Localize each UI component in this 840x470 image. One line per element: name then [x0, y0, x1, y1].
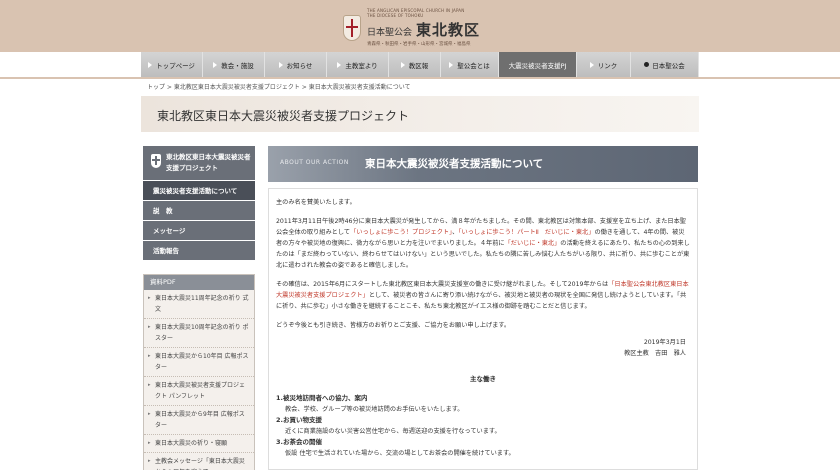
- nav-label: 聖公会とは: [457, 61, 490, 70]
- pdf-link[interactable]: 東日本大震災11周年記念の祈り 式文: [144, 290, 254, 319]
- activity-description: 教会、学校、グループ等の被災地訪問のお手伝いをいたします。: [285, 406, 464, 413]
- breadcrumb-project[interactable]: 東北教区東日本大震災被災者支援プロジェクト: [174, 84, 300, 91]
- pdf-resources: 資料PDF 東日本大震災11周年記念の祈り 式文 東日本大震災10周年記念の祈り…: [143, 274, 255, 470]
- paragraph-history: 2011年3月11日午後2時46分に東日本大震災が発生してから、満８年がたちまし…: [276, 216, 690, 271]
- nav-label: 主教室より: [345, 61, 378, 70]
- activity-description: 仮設 住宅で生活されていた場から、交流の場としてお茶会の開催を続けています。: [285, 450, 515, 457]
- activity-item: 3.お茶会の開催 仮設 住宅で生活されていた場から、交流の場としてお茶会の開催を…: [276, 437, 690, 459]
- nav-label: 教会・施設: [221, 61, 254, 70]
- banner-heading: 東日本大震災被災者支援活動について: [365, 158, 544, 170]
- nav-arrow-icon: [278, 61, 283, 68]
- nav-churches[interactable]: 教会・施設: [203, 52, 265, 77]
- nav-label: お知らせ: [286, 61, 313, 70]
- title-band: 東北教区東日本大震災被災者支援プロジェクト: [141, 96, 699, 132]
- nav-news[interactable]: お知らせ: [265, 52, 327, 77]
- nav-arrow-icon: [449, 61, 454, 68]
- site-header: THE ANGLICAN EPISCOPAL CHURCH IN JAPAN T…: [0, 0, 840, 52]
- sidebar: 東北教区東日本大震災被災者支援プロジェクト 震災被災者支援活動について 説 教 …: [143, 146, 255, 470]
- page-title: 東北教区東日本大震災被災者支援プロジェクト: [157, 109, 410, 123]
- nav-about[interactable]: 聖公会とは: [441, 52, 499, 77]
- nav-divider: [0, 77, 840, 79]
- activity-description: 近くに商業施設のない災害公営住宅から、毎週送迎の支援を行なっています。: [285, 428, 501, 435]
- signature-name: 教区主教 吉田 雅人: [624, 350, 686, 357]
- nav-nskk[interactable]: 日本聖公会: [631, 52, 699, 77]
- nav-arrow-icon: [400, 61, 405, 68]
- sidebar-item-report[interactable]: 活動報告: [143, 241, 255, 261]
- pdf-link[interactable]: 東日本大震災から10年目 広報ポスター: [144, 348, 254, 377]
- sidebar-item-message[interactable]: メッセージ: [143, 221, 255, 241]
- project-link[interactable]: 「いっしょに歩こう！プロジェクト」: [350, 229, 452, 236]
- breadcrumb-home[interactable]: トップ: [147, 84, 165, 91]
- nav-arrow-icon: [148, 61, 153, 68]
- nav-top[interactable]: トップページ: [141, 52, 203, 77]
- section-banner: ABOUT OUR ACTION 東日本大震災被災者支援活動について: [268, 146, 698, 182]
- nav-label: 教区報: [408, 61, 429, 70]
- nav-bishop[interactable]: 主教室より: [327, 52, 389, 77]
- activity-heading: 2.お買い物支援: [276, 416, 322, 424]
- signature-date: 2019年3月1日: [643, 339, 686, 346]
- paragraph-request: どうぞ今後とも引き続き、皆様方のお祈りとご支援、ご協力をお願い申し上げます。: [276, 322, 511, 329]
- logo-english-line-2: THE DIOCESE OF TOHOKU: [367, 13, 424, 18]
- nav-arrow-icon: [589, 61, 594, 68]
- nav-label: トップページ: [156, 61, 195, 70]
- signature-block: 2019年3月1日 教区主教 吉田 雅人: [276, 337, 686, 359]
- project-link[interactable]: 「だいじに・東北」: [505, 240, 561, 247]
- article-body: 主のみ名を賛美いたします。 2011年3月11日午後2時46分に東日本大震災が発…: [268, 188, 698, 470]
- nav-links[interactable]: リンク: [577, 52, 631, 77]
- sidebar-item-sermon[interactable]: 説 教: [143, 201, 255, 221]
- section-title: 主な働き: [470, 375, 496, 383]
- pdf-link[interactable]: 東日本大震災被災者支援プロジェクト パンフレット: [144, 377, 254, 406]
- sidebar-item-about[interactable]: 震災被災者支援活動について: [143, 181, 255, 201]
- paragraph-greeting: 主のみ名を賛美いたします。: [276, 199, 356, 206]
- nav-label: 大震災被災者支援PJ: [508, 61, 567, 70]
- logo-church-name: 日本聖公会: [367, 28, 413, 38]
- nav-label: 日本聖公会: [652, 61, 685, 70]
- nav-label: リンク: [597, 61, 618, 70]
- pdf-link[interactable]: 東日本大震災から9年目 広報ポスター: [144, 406, 254, 435]
- nav-diocese-news[interactable]: 教区報: [389, 52, 441, 77]
- main-content: ABOUT OUR ACTION 東日本大震災被災者支援活動について 主のみ名を…: [268, 146, 698, 470]
- cross-shield-icon: [151, 154, 161, 168]
- nav-arrow-icon: [213, 61, 218, 68]
- activity-item: 1.被災地訪問者への協力、案内 教会、学校、グループ等の被災地訪問のお手伝いをい…: [276, 393, 690, 415]
- pdf-link[interactable]: 主教会メッセージ「東日本大震災から１周年を迎えて」: [144, 453, 254, 470]
- text: その確信は、2015年6月にスタートした東北教区東日本大震災支援室の働きに受け継…: [276, 281, 609, 288]
- pdf-link[interactable]: 東日本大震災10周年記念の祈り ポスター: [144, 319, 254, 348]
- sidebar-header[interactable]: 東北教区東日本大震災被災者支援プロジェクト: [143, 146, 255, 181]
- breadcrumb-current: 東日本大震災被災者支援活動について: [308, 84, 411, 91]
- external-circle-icon: [644, 62, 650, 67]
- activity-heading: 3.お茶会の開催: [276, 438, 322, 446]
- nav-disaster-pj[interactable]: 大震災被災者支援PJ: [499, 52, 577, 77]
- pdf-resources-heading: 資料PDF: [144, 275, 254, 290]
- site-logo[interactable]: THE ANGLICAN EPISCOPAL CHURCH IN JAPAN T…: [343, 8, 480, 47]
- logo-diocese-name: 東北教区: [416, 21, 481, 39]
- pdf-link[interactable]: 東日本大震災の祈り・寝願: [144, 435, 254, 453]
- breadcrumb: トップ > 東北教区東日本大震災被災者支援プロジェクト > 東日本大震災被災者支…: [147, 84, 411, 91]
- diocese-seal-icon: [343, 14, 361, 41]
- activity-heading: 1.被災地訪問者への協力、案内: [276, 394, 368, 402]
- nav-arrow-icon: [337, 61, 342, 68]
- project-link[interactable]: 「いっしょに歩こう！パートⅡ だいじに・東北」: [458, 229, 594, 236]
- sidebar-header-label: 東北教区東日本大震災被災者支援プロジェクト: [166, 153, 251, 172]
- main-nav: トップページ 教会・施設 お知らせ 主教室より 教区報 聖公会とは 大震災被災者…: [141, 52, 699, 77]
- banner-english: ABOUT OUR ACTION: [280, 159, 349, 166]
- activity-item: 2.お買い物支援 近くに商業施設のない災害公営住宅から、毎週送迎の支援を行なって…: [276, 415, 690, 437]
- paragraph-conviction: その確信は、2015年6月にスタートした東北教区東日本大震災支援室の働きに受け継…: [276, 279, 690, 312]
- logo-prefectures: 青森県・秋田県・岩手県・山形県・宮城県・福島県: [367, 42, 471, 47]
